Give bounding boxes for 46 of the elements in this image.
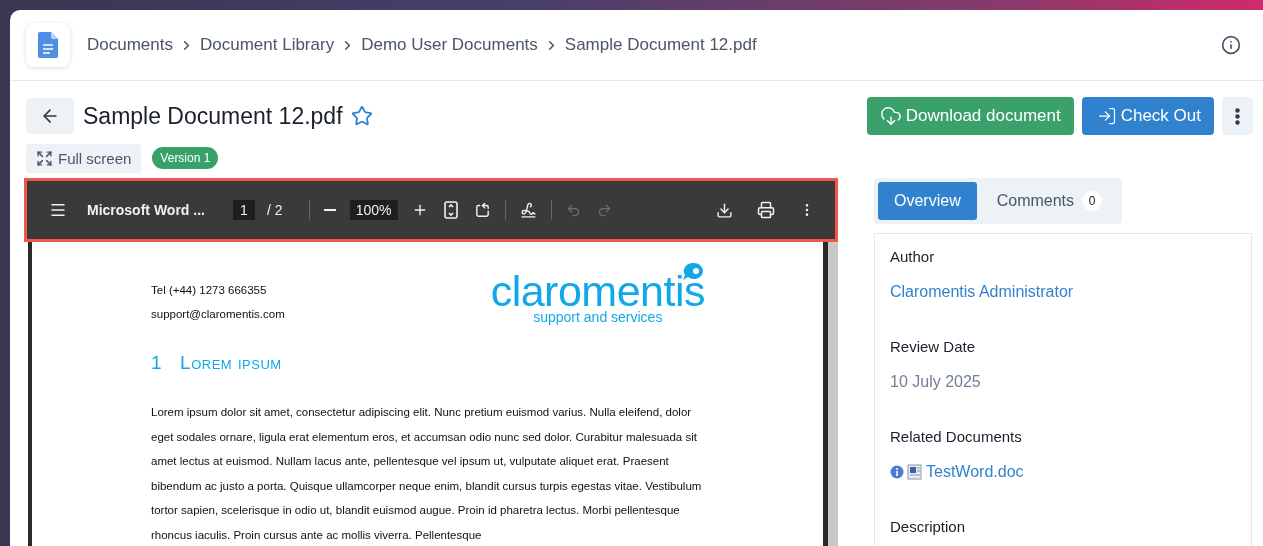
tab[interactable]: Comments 0 — [980, 182, 1119, 220]
document-title: Sample Document 12.pdf — [83, 102, 343, 130]
cloud-download-icon — [879, 105, 902, 127]
field-label: Review Date — [890, 338, 977, 355]
breadcrumb-link[interactable]: Document Library — [200, 35, 335, 55]
star-icon[interactable] — [350, 105, 373, 127]
logo-wordmark: claromentis — [490, 272, 705, 310]
expand-icon — [36, 149, 53, 167]
scrollbar[interactable] — [828, 242, 838, 546]
zoom-field[interactable]: 100% — [349, 200, 398, 220]
full-screen-button[interactable]: Full screen — [26, 143, 142, 173]
more-vertical-icon — [1235, 107, 1240, 125]
breadcrumb-link[interactable]: Documents — [87, 35, 173, 55]
body-paragraph: Lorem ipsum dolor sit amet, consectetur adipiscing elit. Nunc pretium euismod varius. Nulla eleifend, dolor eget sodales ornare, ligula erat elementum eros, et accumsan odio nunc sed dolor. Curabitur malesuada sit amet lectus at euismod. Nullam lacus ante, pellentesque vel ipsum ut, vulputate aliquet erat. Praesent bibendum ac justo a porta. Quisque ullamcorper neque enim, blandit cursus turpis egestas vitae. Vestibulum tortor sapien, scelerisque in odio ut, blandit euismod augue. Proin id pharetra lectus. Morbi pellentesque rhoncus iaculis. Proin cursus ante ac mollis viverra. Pellentesque — [151, 405, 703, 543]
field-label: Author — [890, 248, 936, 265]
version-badge: Version 1 — [152, 147, 219, 169]
minus-icon — [323, 209, 336, 211]
info-icon[interactable] — [890, 465, 904, 479]
page-count: / 2 — [266, 202, 283, 218]
section-heading: Lorem ipsum — [180, 352, 282, 374]
back-button[interactable] — [26, 98, 74, 134]
sign-in-icon — [1096, 106, 1117, 126]
field-value: 10 July 2025 — [890, 373, 982, 391]
heading-number: 1 — [151, 352, 163, 374]
file-name: Microsoft Word ... — [87, 202, 205, 218]
info-icon[interactable] — [1221, 35, 1241, 55]
print-button[interactable] — [755, 199, 777, 221]
tab[interactable]: Overview — [878, 182, 977, 220]
page-number-field[interactable]: 1 — [232, 200, 255, 220]
phone-number: Tel (+44) 1273 666355 — [151, 284, 268, 296]
breadcrumb-link[interactable]: Demo User Documents — [361, 35, 538, 55]
menu-icon — [49, 201, 67, 219]
related-document-link[interactable]: TestWord.doc — [926, 463, 1024, 481]
download-icon — [716, 201, 733, 219]
email-address: support@claromentis.com — [151, 308, 285, 320]
fit-page-button[interactable] — [441, 199, 460, 221]
breadcrumb-link[interactable]: Sample Document 12.pdf — [564, 35, 757, 55]
logo-tagline: support and services — [533, 310, 663, 324]
field-label: Related Documents — [890, 428, 1023, 445]
field-label: Description — [890, 518, 967, 535]
printer-icon — [757, 201, 775, 219]
more-button[interactable] — [1222, 97, 1253, 135]
comment-count: 0 — [1082, 191, 1103, 211]
check-out-button[interactable]: Check Out — [1081, 97, 1214, 135]
word-file-icon — [907, 464, 923, 480]
author-link[interactable]: Claromentis Administrator — [890, 283, 1236, 301]
